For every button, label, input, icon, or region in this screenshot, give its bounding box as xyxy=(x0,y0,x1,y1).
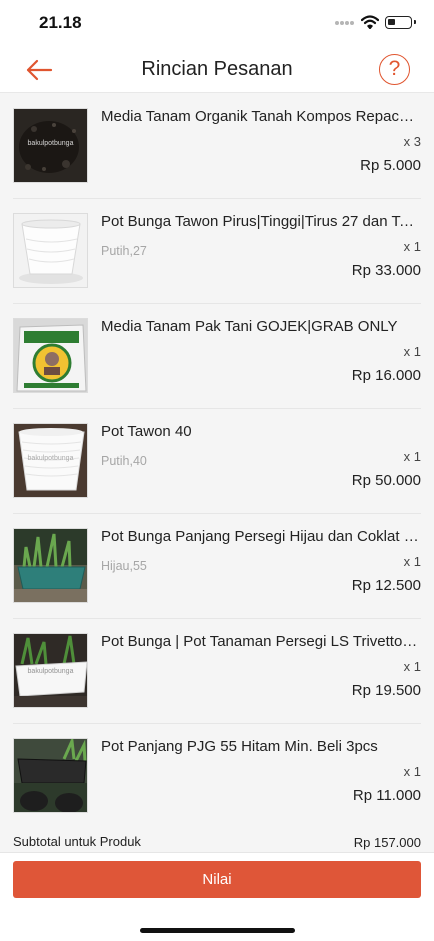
page-title: Rincian Pesanan xyxy=(141,58,293,80)
bottom-action-bar: Nilai xyxy=(0,852,434,941)
product-thumbnail: bakulpotbunga xyxy=(13,633,88,708)
item-price: Rp 11.000 xyxy=(352,787,421,804)
signal-icon xyxy=(335,21,355,26)
item-name: Pot Tawon 40 xyxy=(101,423,192,440)
help-button[interactable]: ? xyxy=(379,54,410,85)
subtotal-value: Rp 157.000 xyxy=(353,835,421,850)
order-item[interactable]: Pot Bunga Panjang Persegi Hijau dan Cokl… xyxy=(0,514,434,619)
item-name: Pot Panjang PJG 55 Hitam Min. Beli 3pcs xyxy=(101,738,378,755)
product-watermark: bakulpotbunga xyxy=(27,667,74,675)
product-thumbnail: bakulpotbunga xyxy=(13,108,88,183)
item-variant: Putih,40 xyxy=(101,454,147,468)
order-item[interactable]: bakulpotbunga Media Tanam Organik Tanah … xyxy=(0,94,434,199)
subtotal-row: Subtotal untuk Produk Rp 157.000 xyxy=(0,827,434,852)
item-quantity: x 1 xyxy=(403,344,421,359)
item-quantity: x 1 xyxy=(403,764,421,779)
product-thumbnail xyxy=(13,318,88,393)
item-name: Media Tanam Organik Tanah Kompos Repack … xyxy=(101,108,421,125)
product-thumbnail xyxy=(13,213,88,288)
item-quantity: x 1 xyxy=(403,239,421,254)
item-price: Rp 12.500 xyxy=(351,577,421,594)
question-mark-icon: ? xyxy=(388,57,401,80)
battery-icon xyxy=(385,16,416,29)
item-name: Pot Bunga Panjang Persegi Hijau dan Cokl… xyxy=(101,528,421,545)
product-watermark: bakulpotbunga xyxy=(27,139,74,147)
rate-button[interactable]: Nilai xyxy=(13,861,421,898)
product-thumbnail xyxy=(13,738,88,813)
item-name: Pot Bunga | Pot Tanaman Persegi LS Trive… xyxy=(101,633,421,650)
order-item-list[interactable]: bakulpotbunga Media Tanam Organik Tanah … xyxy=(0,94,434,829)
product-thumbnail xyxy=(13,528,88,603)
product-thumbnail: bakulpotbunga xyxy=(13,423,88,498)
status-icons xyxy=(322,15,416,31)
item-variant: Putih,27 xyxy=(101,244,147,258)
item-price: Rp 5.000 xyxy=(360,157,421,174)
item-variant: Hijau,55 xyxy=(101,559,147,573)
item-quantity: x 1 xyxy=(403,449,421,464)
status-time: 21.18 xyxy=(39,13,82,32)
order-item[interactable]: Pot Bunga Tawon Pirus|Tinggi|Tirus 27 da… xyxy=(0,199,434,304)
item-name: Media Tanam Pak Tani GOJEK|GRAB ONLY xyxy=(101,318,398,335)
status-bar: 21.18 xyxy=(0,0,434,46)
subtotal-label: Subtotal untuk Produk xyxy=(13,834,141,849)
item-price: Rp 50.000 xyxy=(351,472,421,489)
order-item[interactable]: bakulpotbunga Pot Bunga | Pot Tanaman Pe… xyxy=(0,619,434,724)
item-price: Rp 16.000 xyxy=(351,367,421,384)
item-quantity: x 1 xyxy=(403,554,421,569)
item-quantity: x 1 xyxy=(403,659,421,674)
header: Rincian Pesanan ? xyxy=(0,46,434,93)
item-price: Rp 33.000 xyxy=(351,262,421,279)
wifi-icon xyxy=(361,15,379,29)
item-name: Pot Bunga Tawon Pirus|Tinggi|Tirus 27 da… xyxy=(101,213,421,230)
order-item[interactable]: bakulpotbunga Pot Tawon 40 Putih,40 x 1 … xyxy=(0,409,434,514)
home-indicator[interactable] xyxy=(140,928,295,933)
item-quantity: x 3 xyxy=(403,134,421,149)
order-item[interactable]: Pot Panjang PJG 55 Hitam Min. Beli 3pcs … xyxy=(0,724,434,829)
item-price: Rp 19.500 xyxy=(351,682,421,699)
product-watermark: bakulpotbunga xyxy=(27,454,74,462)
order-item[interactable]: Media Tanam Pak Tani GOJEK|GRAB ONLY x 1… xyxy=(0,304,434,409)
